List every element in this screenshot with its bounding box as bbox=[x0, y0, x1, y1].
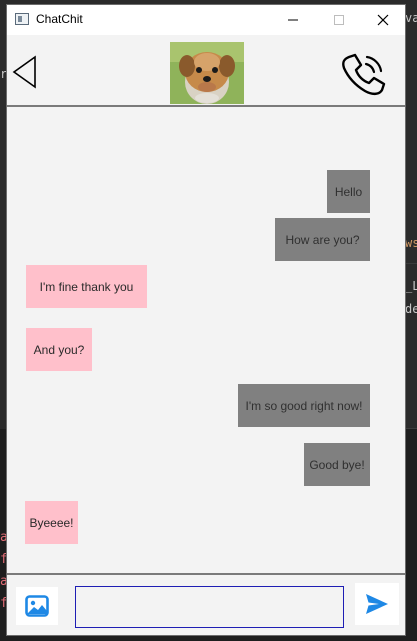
maximize-icon bbox=[334, 15, 344, 25]
attach-image-button[interactable] bbox=[16, 587, 58, 625]
message-bubble-incoming: And you? bbox=[26, 328, 92, 371]
message-bubble-incoming: I'm fine thank you bbox=[26, 265, 147, 308]
minimize-button[interactable] bbox=[270, 5, 316, 35]
chat-window: ChatChit Hello How are you? I'm fine tha… bbox=[6, 4, 406, 636]
desktop-text-fragment: de bbox=[405, 302, 417, 316]
close-icon bbox=[377, 14, 389, 26]
desktop-text-fragment: va bbox=[405, 11, 417, 25]
message-bubble-outgoing: Hello bbox=[327, 170, 370, 213]
maximize-button[interactable] bbox=[316, 5, 362, 35]
desktop-text-fragment: _L bbox=[405, 279, 417, 293]
call-button[interactable] bbox=[339, 51, 387, 97]
close-button[interactable] bbox=[360, 5, 405, 35]
contact-avatar[interactable] bbox=[170, 42, 244, 104]
dog-avatar-image bbox=[170, 42, 244, 104]
phone-call-icon bbox=[342, 53, 386, 96]
composer-bar bbox=[7, 573, 405, 635]
back-button[interactable] bbox=[11, 55, 39, 89]
message-bubble-outgoing: Good bye! bbox=[304, 443, 370, 486]
app-icon bbox=[15, 13, 29, 25]
send-icon bbox=[366, 594, 388, 614]
send-button[interactable] bbox=[355, 583, 399, 625]
desktop-text-fragment: ws bbox=[405, 236, 417, 250]
message-bubble-incoming: Byeeee! bbox=[25, 501, 78, 544]
window-title: ChatChit bbox=[36, 12, 83, 26]
message-input[interactable] bbox=[75, 586, 344, 628]
back-triangle-icon bbox=[12, 55, 36, 89]
title-bar[interactable]: ChatChit bbox=[7, 5, 405, 35]
message-bubble-outgoing: I'm so good right now! bbox=[238, 384, 370, 427]
message-list[interactable]: Hello How are you? I'm fine thank you An… bbox=[7, 107, 405, 573]
desktop-divider bbox=[405, 263, 417, 264]
chat-header bbox=[7, 35, 405, 107]
message-bubble-outgoing: How are you? bbox=[275, 218, 370, 261]
image-icon bbox=[25, 595, 49, 617]
minimize-icon bbox=[288, 19, 298, 21]
desktop-divider bbox=[405, 428, 417, 429]
